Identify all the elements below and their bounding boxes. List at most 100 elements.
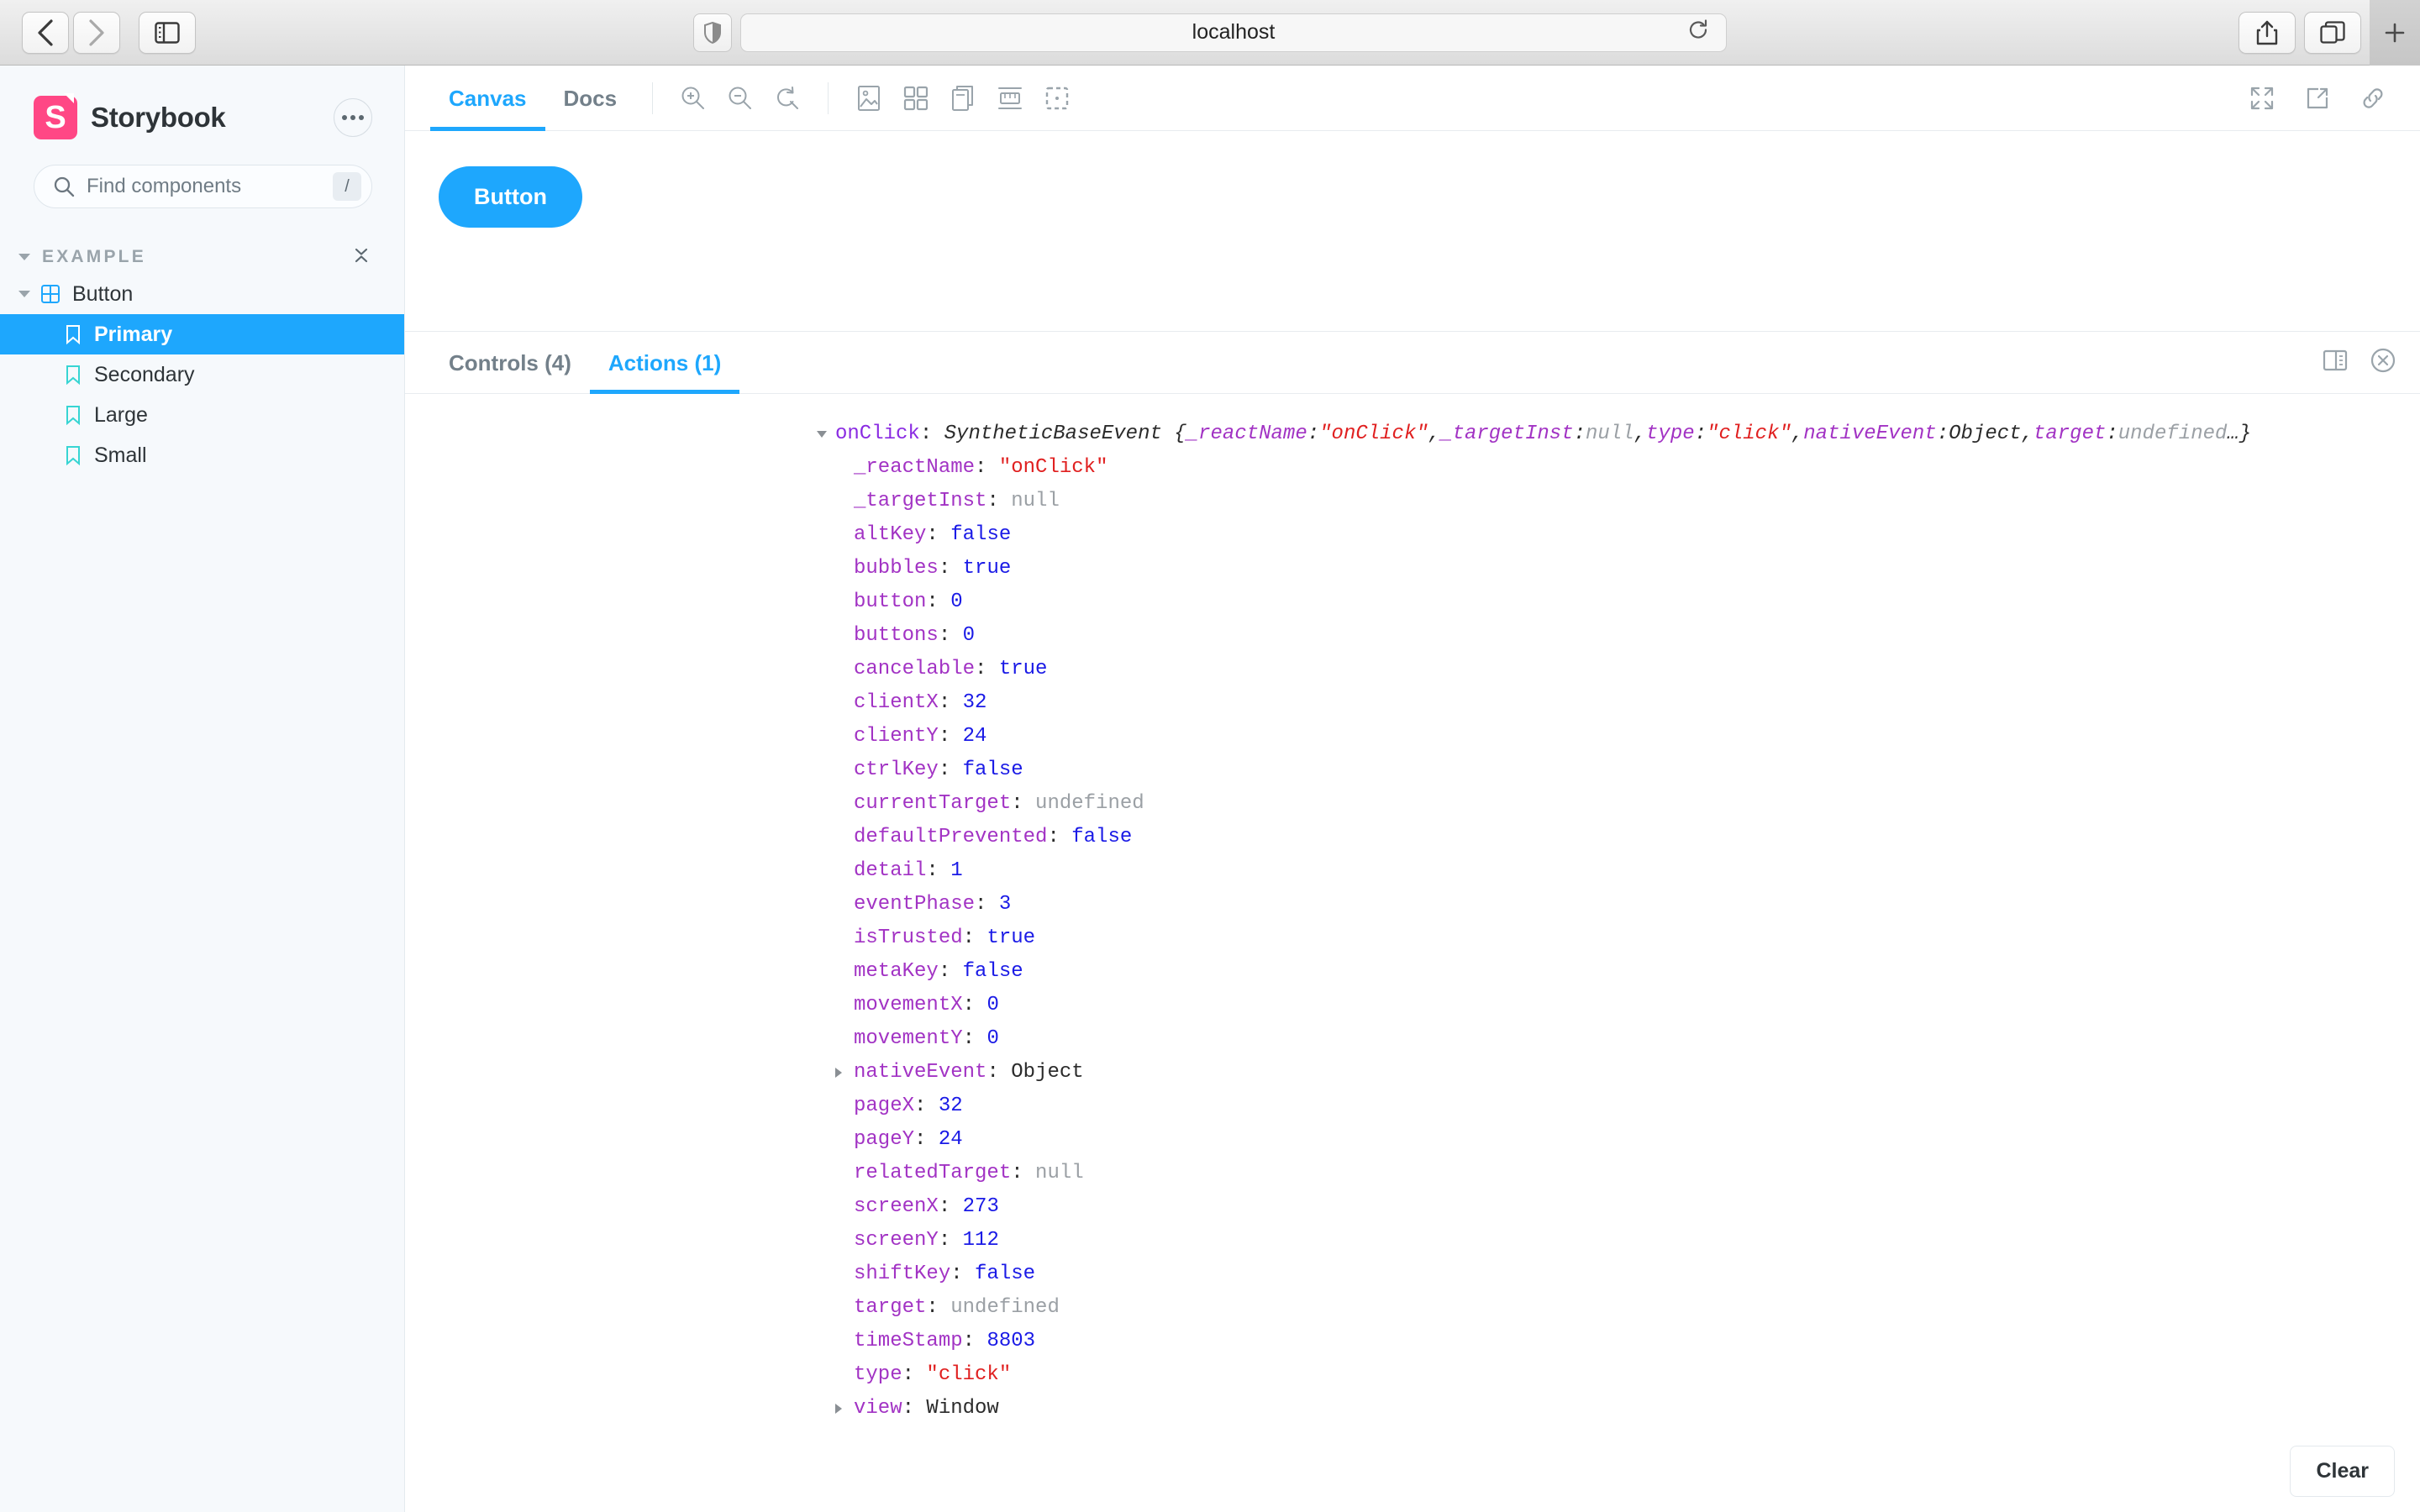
grid-icon[interactable]: [892, 75, 939, 122]
log-value: true: [998, 658, 1048, 680]
log-value: false: [962, 759, 1023, 781]
tab-controls[interactable]: Controls (4): [430, 332, 590, 394]
zoom-out-icon[interactable]: [717, 75, 764, 122]
tab-canvas[interactable]: Canvas: [430, 66, 545, 131]
back-button[interactable]: [22, 11, 69, 54]
log-row: type: "click": [405, 1358, 2420, 1392]
privacy-report-button[interactable]: [693, 13, 732, 52]
storybook-main: Canvas Docs Button Controls (4) Actions …: [405, 66, 2420, 1512]
tree-group-label: EXAMPLE: [42, 247, 146, 266]
preview-button[interactable]: Button: [439, 166, 582, 228]
clear-button[interactable]: Clear: [2290, 1446, 2395, 1497]
log-header-row[interactable]: onClick: SyntheticBaseEvent {_reactName:…: [405, 417, 2420, 451]
log-key: nativeEvent: [854, 1061, 987, 1084]
log-value: 112: [962, 1229, 999, 1252]
log-key: isTrusted: [854, 927, 963, 949]
log-row: detail: 1: [405, 854, 2420, 888]
search-placeholder: Find components: [87, 175, 242, 197]
log-row: relatedTarget: null: [405, 1157, 2420, 1190]
open-new-tab-icon[interactable]: [2294, 75, 2341, 122]
log-value: true: [962, 557, 1012, 580]
log-row: cancelable: true: [405, 653, 2420, 686]
log-row: buttons: 0: [405, 619, 2420, 653]
tab-actions[interactable]: Actions (1): [589, 332, 740, 394]
search-input[interactable]: Find components /: [34, 165, 372, 208]
log-row: defaultPrevented: false: [405, 821, 2420, 854]
story-canvas: Button: [405, 131, 2420, 331]
sidebar-menu-button[interactable]: [334, 98, 372, 137]
log-row: clientY: 24: [405, 720, 2420, 753]
caret-right-icon[interactable]: [835, 1056, 854, 1089]
log-key: cancelable: [854, 658, 976, 680]
log-row: target: undefined: [405, 1291, 2420, 1325]
log-row[interactable]: nativeEvent: Object: [405, 1056, 2420, 1089]
log-value: Object: [1011, 1061, 1084, 1084]
sidebar-item-large[interactable]: Large: [0, 395, 404, 435]
sidebar-brand[interactable]: S Storybook: [0, 66, 404, 139]
theme-icon[interactable]: [939, 75, 986, 122]
log-value: undefined: [1035, 792, 1144, 815]
log-key: ctrlKey: [854, 759, 939, 781]
preview-toolbar: Canvas Docs: [405, 66, 2420, 131]
toolbar-right-group: [2238, 75, 2396, 122]
fullscreen-icon[interactable]: [2238, 75, 2286, 122]
log-row: movementY: 0: [405, 1022, 2420, 1056]
log-value: true: [986, 927, 1036, 949]
story-icon: [64, 324, 82, 344]
new-tab-button[interactable]: [2370, 0, 2420, 66]
storybook-logo-icon: S: [34, 93, 77, 139]
log-key: button: [854, 591, 927, 613]
log-key: _targetInst: [854, 490, 987, 512]
log-key: pageX: [854, 1095, 915, 1117]
log-value: null: [1035, 1162, 1084, 1184]
log-value: 24: [962, 725, 987, 748]
log-row[interactable]: view: Window: [405, 1392, 2420, 1425]
close-panel-icon[interactable]: [2370, 347, 2396, 378]
log-key: eventPhase: [854, 893, 976, 916]
forward-button[interactable]: [73, 11, 120, 54]
log-value: Window: [926, 1397, 999, 1420]
address-bar[interactable]: localhost: [740, 13, 1727, 52]
reload-icon[interactable]: [1687, 18, 1709, 46]
tree-item-button-component[interactable]: Button: [0, 274, 404, 314]
log-row: isTrusted: true: [405, 921, 2420, 955]
tabs-icon: [2320, 20, 2345, 44]
zoom-reset-icon[interactable]: [764, 75, 811, 122]
sidebar-item-secondary[interactable]: Secondary: [0, 354, 404, 395]
panel-position-icon[interactable]: [2323, 349, 2348, 376]
collapse-all-icon[interactable]: [350, 244, 372, 270]
log-value: "click": [926, 1363, 1012, 1386]
caret-down-icon[interactable]: [817, 417, 835, 451]
log-value: 32: [938, 1095, 963, 1117]
tab-overview-button[interactable]: [2304, 11, 2361, 54]
sidebar-item-small[interactable]: Small: [0, 435, 404, 475]
story-icon: [64, 405, 82, 425]
toolbar-divider: [828, 81, 829, 114]
outline-icon[interactable]: [1034, 75, 1081, 122]
story-tree: EXAMPLE Button Primary Secondary Large S…: [0, 240, 404, 475]
log-value: false: [950, 523, 1012, 546]
tab-docs[interactable]: Docs: [545, 66, 636, 131]
sidebar-toggle-button[interactable]: [139, 11, 196, 54]
copy-link-icon[interactable]: [2349, 75, 2396, 122]
tree-item-label: Large: [94, 402, 148, 427]
log-value: 0: [962, 624, 976, 647]
log-row: screenY: 112: [405, 1224, 2420, 1257]
component-icon: [40, 284, 60, 304]
caret-right-icon[interactable]: [835, 1392, 854, 1425]
log-key: clientY: [854, 725, 939, 748]
zoom-in-icon[interactable]: [670, 75, 717, 122]
measure-icon[interactable]: [986, 75, 1034, 122]
log-key: view: [854, 1397, 902, 1420]
log-key: clientX: [854, 691, 939, 714]
tree-item-label: Primary: [94, 322, 173, 346]
log-row: altKey: false: [405, 518, 2420, 552]
log-value: 32: [962, 691, 987, 714]
tree-group-example[interactable]: EXAMPLE: [0, 240, 404, 274]
log-value: 3: [998, 893, 1012, 916]
sidebar-item-primary[interactable]: Primary: [0, 314, 404, 354]
log-value: 8803: [986, 1330, 1036, 1352]
share-button[interactable]: [2238, 11, 2296, 54]
log-row: eventPhase: 3: [405, 888, 2420, 921]
backgrounds-icon[interactable]: [845, 75, 892, 122]
